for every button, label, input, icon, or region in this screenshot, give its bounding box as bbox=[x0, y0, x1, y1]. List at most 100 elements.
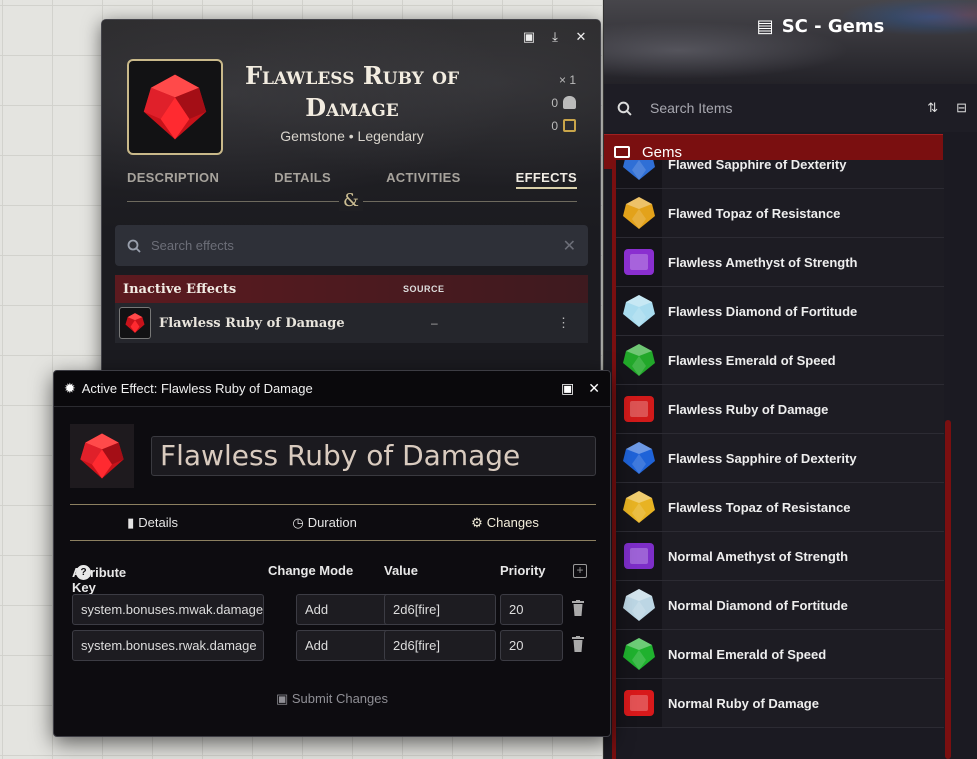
compendium-entry-name: Flawless Sapphire of Dexterity bbox=[668, 450, 857, 466]
submit-changes-button[interactable]: ▣ Submit Changes bbox=[54, 691, 610, 707]
compendium-entry[interactable]: Flawless Ruby of Damage bbox=[616, 385, 944, 434]
trash-icon[interactable] bbox=[572, 636, 584, 652]
item-image[interactable] bbox=[127, 59, 223, 155]
compendium-entry[interactable]: Flawless Topaz of Resistance bbox=[616, 483, 944, 532]
effect-image[interactable] bbox=[70, 424, 134, 488]
help-icon[interactable]: ? bbox=[76, 565, 91, 580]
gem-icon bbox=[616, 483, 662, 531]
weight-row: 0 bbox=[551, 91, 576, 114]
gem-icon bbox=[616, 679, 662, 727]
journal-icon[interactable]: ▣ bbox=[522, 30, 536, 44]
book-icon: ▮ bbox=[127, 514, 135, 530]
gem-icon bbox=[616, 581, 662, 629]
ruby-gem-icon bbox=[80, 433, 124, 479]
folder-label: Gems bbox=[642, 143, 683, 161]
compendium-entry-name: Flawless Amethyst of Strength bbox=[668, 254, 858, 270]
sort-icon[interactable]: ⇅ bbox=[927, 100, 938, 116]
tab-changes[interactable]: ⚙ Changes bbox=[471, 515, 539, 531]
tab-activities[interactable]: ACTIVITIES bbox=[386, 170, 461, 189]
add-change-button[interactable]: + bbox=[573, 564, 587, 578]
kebab-menu-icon[interactable]: ⋮ bbox=[557, 315, 570, 331]
compendium-entry-name: Flawed Topaz of Resistance bbox=[668, 205, 841, 221]
save-icon: ▣ bbox=[275, 691, 289, 706]
tab-effects[interactable]: EFFECTS bbox=[515, 170, 577, 189]
value-field[interactable]: 2d6[fire] bbox=[384, 594, 496, 625]
trash-icon[interactable] bbox=[572, 600, 584, 616]
tab-description[interactable]: DESCRIPTION bbox=[127, 170, 219, 189]
priority-header: Priority bbox=[500, 563, 546, 578]
compendium-entry[interactable]: Normal Emerald of Speed bbox=[616, 630, 944, 679]
effects-search-bar: ✕ bbox=[115, 225, 588, 266]
close-icon[interactable]: ✕ bbox=[574, 30, 588, 44]
compendium-entry[interactable]: Flawless Sapphire of Dexterity bbox=[616, 434, 944, 483]
compendium-entry-name: Normal Ruby of Damage bbox=[668, 695, 819, 711]
compendium-entry-name: Flawless Ruby of Damage bbox=[668, 401, 829, 417]
sun-icon: ✹ bbox=[64, 380, 76, 396]
source-column-header: SOURCE bbox=[403, 284, 445, 294]
compendium-entry[interactable]: Flawless Diamond of Fortitude bbox=[616, 287, 944, 336]
active-effect-dialog: ✹ Active Effect: Flawless Ruby of Damage… bbox=[53, 370, 611, 737]
price-icon bbox=[563, 119, 576, 132]
changes-column-headers: Attribute Key? Change Mode Value Priorit… bbox=[72, 561, 592, 595]
cogs-icon: ⚙ bbox=[471, 514, 483, 530]
price-value[interactable]: 0 bbox=[551, 119, 558, 133]
clear-search-icon[interactable]: ✕ bbox=[563, 236, 576, 256]
gem-icon bbox=[616, 532, 662, 580]
priority-field[interactable]: 20 bbox=[500, 594, 563, 625]
gem-icon bbox=[616, 336, 662, 384]
compendium-title: ▤ SC - Gems bbox=[757, 16, 885, 37]
compendium-entry-name: Normal Diamond of Fortitude bbox=[668, 597, 848, 613]
price-row: 0 bbox=[551, 114, 576, 137]
gem-icon bbox=[616, 385, 662, 433]
download-icon[interactable]: ⤓ bbox=[548, 30, 562, 44]
compendium-entry-name: Flawed Sapphire of Dexterity bbox=[668, 160, 847, 172]
effect-thumbnail bbox=[119, 307, 151, 339]
tab-details[interactable]: ▮ Details bbox=[127, 515, 178, 531]
collapse-folders-icon[interactable]: ⊟ bbox=[956, 100, 967, 116]
submit-changes-label: Submit Changes bbox=[291, 691, 389, 706]
journal-icon[interactable]: ▣ bbox=[561, 380, 574, 397]
tab-details-label: Details bbox=[138, 515, 179, 530]
priority-field[interactable]: 20 bbox=[500, 630, 563, 661]
search-icon bbox=[617, 101, 632, 116]
tab-details[interactable]: DETAILS bbox=[274, 170, 331, 189]
compendium-entry[interactable]: Flawed Topaz of Resistance bbox=[616, 189, 944, 238]
value-header: Value bbox=[384, 563, 418, 578]
change-row: system.bonuses.rwak.damage Add 2d6[fire]… bbox=[72, 630, 592, 661]
compendium-sidebar: ▤ SC - Gems ⇅ ⊟ Gems Flawed Sapphire of … bbox=[603, 0, 977, 759]
scrollbar[interactable] bbox=[945, 420, 951, 759]
compendium-entries: Flawed Sapphire of Dexterity Flawed Topaz… bbox=[604, 160, 944, 759]
tab-duration[interactable]: ◷ Duration bbox=[292, 515, 356, 531]
value-field[interactable]: 2d6[fire] bbox=[384, 630, 496, 661]
gem-icon bbox=[616, 160, 662, 188]
quantity-value[interactable]: × 1 bbox=[559, 73, 576, 87]
compendium-entry-name: Flawless Diamond of Fortitude bbox=[668, 303, 858, 319]
effects-search-input[interactable] bbox=[151, 238, 563, 253]
weight-value[interactable]: 0 bbox=[551, 96, 558, 110]
suitcase-icon: ▤ bbox=[756, 15, 774, 37]
change-row: system.bonuses.mwak.damage Add 2d6[fire]… bbox=[72, 594, 592, 625]
inactive-effects-label: Inactive Effects bbox=[123, 281, 237, 297]
gem-icon bbox=[616, 434, 662, 482]
compendium-entry[interactable]: Flawless Emerald of Speed bbox=[616, 336, 944, 385]
compendium-entry[interactable]: Flawed Sapphire of Dexterity bbox=[616, 160, 944, 189]
gem-icon bbox=[616, 189, 662, 237]
compendium-entry[interactable]: Normal Amethyst of Strength bbox=[616, 532, 944, 581]
close-icon[interactable]: ✕ bbox=[588, 380, 600, 397]
effect-name-input[interactable]: Flawless Ruby of Damage bbox=[151, 436, 596, 476]
compendium-search-input[interactable] bbox=[650, 100, 910, 116]
compendium-entry[interactable]: Normal Ruby of Damage bbox=[616, 679, 944, 728]
attribute-key-field[interactable]: system.bonuses.rwak.damage bbox=[72, 630, 264, 661]
attribute-key-field[interactable]: system.bonuses.mwak.damage bbox=[72, 594, 264, 625]
compendium-entry[interactable]: Flawless Amethyst of Strength bbox=[616, 238, 944, 287]
effect-row[interactable]: Flawless Ruby of Damage – ⋮ bbox=[115, 303, 588, 343]
dialog-header[interactable]: ✹ Active Effect: Flawless Ruby of Damage… bbox=[54, 371, 610, 407]
compendium-entry[interactable]: Normal Diamond of Fortitude bbox=[616, 581, 944, 630]
compendium-title-text: SC - Gems bbox=[781, 15, 885, 37]
dialog-tabs: ▮ Details ◷ Duration ⚙ Changes bbox=[70, 504, 596, 541]
ruby-gem-icon bbox=[125, 313, 145, 333]
compendium-entry-name: Flawless Topaz of Resistance bbox=[668, 499, 851, 515]
folder-open-icon bbox=[614, 146, 630, 158]
dialog-title: Active Effect: Flawless Ruby of Damage bbox=[81, 381, 313, 396]
item-subtitle: Gemstone • Legendary bbox=[280, 128, 424, 144]
